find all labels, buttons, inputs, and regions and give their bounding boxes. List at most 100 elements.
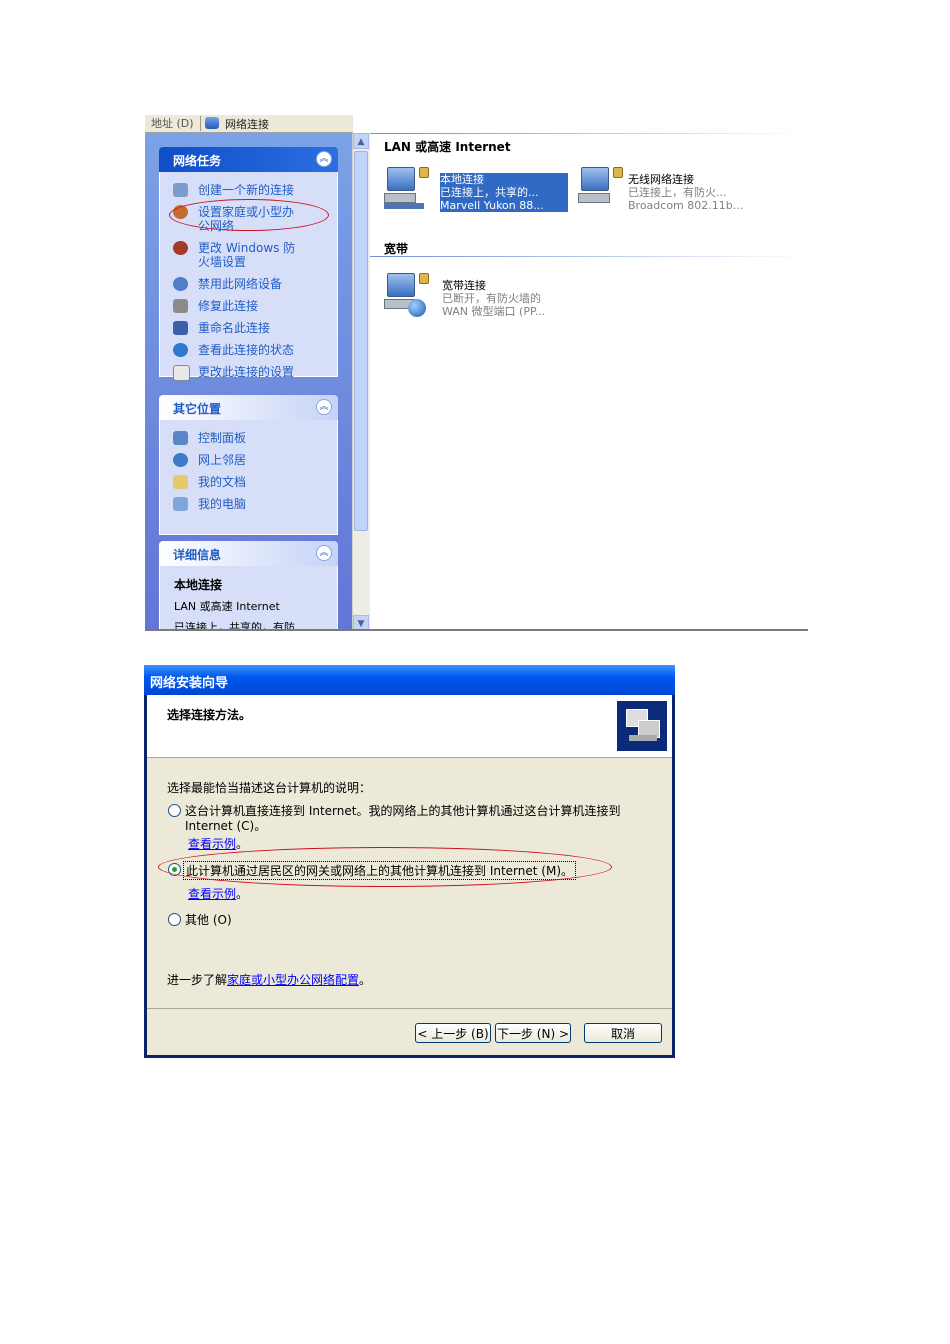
rename-icon [173,321,188,335]
scroll-thumb[interactable] [354,151,368,531]
footer-divider [147,1008,672,1009]
wizard-body: 选择连接方法。 选择最能恰当描述这台计算机的说明： 这台计算机直接连接到 Int… [147,695,672,1055]
details-body: 本地连接 LAN 或高速 Internet 已连接上，共享的，有防 [159,566,338,631]
wireless-connection-device: Broadcom 802.11b... [628,199,744,212]
folder-icon [173,475,188,489]
back-button[interactable]: < 上一步 (B) [415,1023,491,1043]
wizard-header: 选择连接方法。 [147,695,672,758]
task-view-status[interactable]: 查看此连接的状态 [160,343,337,357]
wizard-heading: 选择连接方法。 [167,708,252,722]
example-link-2-wrap: 查看示例。 [188,885,248,902]
address-bar[interactable]: 地址 (D) 网络连接 [145,115,353,133]
details-panel: 详细信息 ︽ 本地连接 LAN 或高速 Internet 已连接上，共享的，有防 [159,541,338,631]
task-disable-device[interactable]: 禁用此网络设备 [160,277,337,291]
group-broadband-title: 宽带 [384,242,409,256]
broadband-connection-name: 宽带连接 [442,279,486,292]
address-separator [200,116,201,131]
learn-more-line: 进一步了解家庭或小型办公网络配置。 [167,971,371,988]
group-divider [370,133,808,134]
example-link-1-wrap: 查看示例。 [188,835,248,852]
local-connection[interactable]: 本地连接 已连接上，共享的... Marvell Yukon 88... [384,167,568,217]
connections-area: LAN 或高速 Internet 本地连接 已连接上，共享的... Marvel… [370,133,808,631]
other-places-panel: 其它位置 ︽ 控制面板 网上邻居 我的文档 我的电脑 [159,395,338,535]
other-places-body: 控制面板 网上邻居 我的文档 我的电脑 [159,420,338,535]
option-direct-radio[interactable] [168,804,181,817]
broadband-connection[interactable]: 宽带连接 已断开，有防火墙的 WAN 微型端口 (PP... [384,273,584,325]
option-other-label[interactable]: 其他 (O) [185,911,232,928]
place-my-computer[interactable]: 我的电脑 [160,497,337,511]
address-value[interactable]: 网络连接 [225,116,269,132]
wireless-computer-icon [578,167,623,211]
broadband-connection-label: 宽带连接 已断开，有防火墙的 WAN 微型端口 (PP... [442,279,545,318]
wrench-icon [173,299,188,313]
task-create-connection[interactable]: 创建一个新的连接 [160,183,337,197]
network-tasks-title: 网络任务 [173,154,222,168]
annotation-oval [158,847,612,887]
status-icon [173,343,188,357]
place-network-neighborhood[interactable]: 网上邻居 [160,453,337,467]
other-places-title: 其它位置 [173,402,222,416]
collapse-icon[interactable]: ︽ [316,151,332,167]
settings-page-icon [173,365,190,381]
local-connection-name: 本地连接 [440,173,484,186]
network-folder-icon [205,117,219,129]
place-label: 控制面板 [198,431,247,445]
broadband-connection-device: WAN 微型端口 (PP... [442,305,546,318]
collapse-icon[interactable]: ︽ [316,545,332,561]
learn-more-prefix: 进一步了解 [167,973,228,987]
place-control-panel[interactable]: 控制面板 [160,431,337,445]
place-label: 我的文档 [198,475,247,489]
group-lan-title: LAN 或高速 Internet [384,140,511,154]
task-label: 更改 Windows 防火墙设置 [198,241,296,269]
place-label: 我的电脑 [198,497,247,511]
cancel-button[interactable]: 取消 [584,1023,662,1043]
option-other-radio[interactable] [168,913,181,926]
next-button[interactable]: 下一步 (N) > [495,1023,571,1043]
home-network-config-link[interactable]: 家庭或小型办公网络配置 [227,973,359,987]
network-setup-icon [617,701,667,751]
task-rename-connection[interactable]: 重命名此连接 [160,321,337,335]
address-label: 地址 (D) [151,117,194,130]
task-label: 更改此连接的设置 [198,365,295,379]
firewall-icon [173,241,188,255]
task-repair-connection[interactable]: 修复此连接 [160,299,337,313]
option-direct-line2[interactable]: Internet (C)。 [185,817,266,834]
local-connection-status: 已连接上，共享的... [440,186,539,199]
task-label: 修复此连接 [198,299,259,313]
details-title: 详细信息 [173,548,222,562]
computer-icon [173,497,188,511]
task-pane-scrollbar[interactable]: ▲ ▼ [352,133,370,631]
wireless-connection-label: 无线网络连接 已连接上，有防火... Broadcom 802.11b... [628,173,743,212]
task-label: 禁用此网络设备 [198,277,283,291]
broadband-computer-icon [384,273,429,317]
task-pane: 网络任务 ︽ 创建一个新的连接 设置家庭或小型办公网络 更改 Windows 防… [145,133,352,631]
local-connection-label: 本地连接 已连接上，共享的... Marvell Yukon 88... [440,173,568,212]
place-my-documents[interactable]: 我的文档 [160,475,337,489]
collapse-icon[interactable]: ︽ [316,399,332,415]
control-panel-icon [173,431,188,445]
wireless-connection[interactable]: 无线网络连接 已连接上，有防火... Broadcom 802.11b... [578,167,778,217]
details-type: LAN 或高速 Internet [174,600,280,613]
details-header[interactable]: 详细信息 ︽ [159,541,338,566]
network-setup-wizard: 网络安装向导 选择连接方法。 选择最能恰当描述这台计算机的说明： 这台计算机直接… [144,665,675,1058]
broadband-connection-status: 已断开，有防火墙的 [442,292,541,305]
lan-computer-icon [384,167,429,211]
example-1-period: 。 [236,837,249,851]
details-name: 本地连接 [174,578,223,592]
wizard-title: 网络安装向导 [150,676,229,691]
scroll-up-button[interactable]: ▲ [353,133,369,149]
task-label: 查看此连接的状态 [198,343,295,357]
view-example-link-1[interactable]: 查看示例 [188,837,236,851]
task-label: 重命名此连接 [198,321,271,335]
task-change-firewall[interactable]: 更改 Windows 防火墙设置 [160,241,298,269]
network-tasks-header[interactable]: 网络任务 ︽ [159,147,338,172]
task-change-settings[interactable]: 更改此连接的设置 [160,365,337,381]
other-places-header[interactable]: 其它位置 ︽ [159,395,338,420]
wireless-connection-name: 无线网络连接 [628,173,694,186]
task-label: 创建一个新的连接 [198,183,295,197]
view-example-link-2[interactable]: 查看示例 [188,887,236,901]
window-bottom-edge [145,629,808,631]
wizard-prompt: 选择最能恰当描述这台计算机的说明： [167,781,372,795]
wizard-title-bar[interactable]: 网络安装向导 [144,665,675,695]
example-2-period: 。 [236,887,249,901]
